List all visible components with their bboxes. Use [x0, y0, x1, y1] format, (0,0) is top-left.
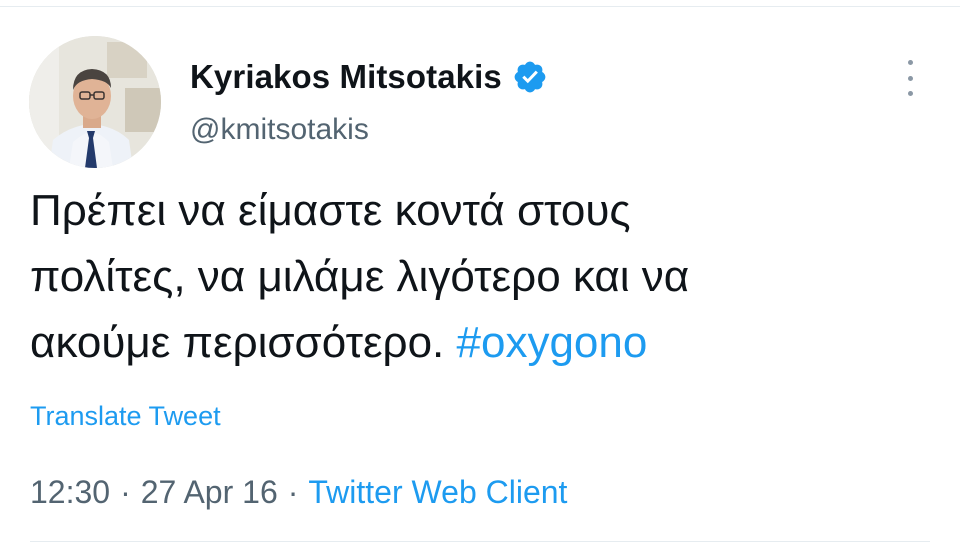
meta-separator: · [287, 474, 299, 510]
more-dot-icon [907, 75, 913, 81]
author-display-name[interactable]: Kyriakos Mitsotakis [190, 58, 502, 96]
top-divider [0, 6, 960, 7]
more-vertical-icon[interactable] [896, 60, 924, 96]
tweet-time[interactable]: 12:30 [30, 474, 110, 511]
avatar-photo [29, 36, 161, 168]
more-dot-icon [907, 60, 913, 65]
meta-separator: · [120, 474, 131, 510]
tweet-text: Πρέπει να είμαστε κοντά στους πολίτες, ν… [30, 178, 910, 376]
translate-tweet-link[interactable]: Translate Tweet [30, 401, 221, 432]
tweet-source-link[interactable]: Twitter Web Client [308, 474, 567, 511]
author-handle[interactable]: @kmitsotakis [190, 113, 369, 147]
more-dot-icon [907, 91, 913, 96]
hashtag-link[interactable]: #oxygono [457, 318, 648, 367]
tweet-date[interactable]: 27 Apr 16 [141, 474, 278, 511]
tweet-meta: 12:30 · 27 Apr 16 · Twitter Web Client [30, 474, 567, 511]
avatar[interactable] [29, 36, 161, 168]
bottom-divider [30, 541, 930, 542]
author-row: Kyriakos Mitsotakis [190, 54, 548, 100]
verified-badge-icon [512, 59, 548, 95]
